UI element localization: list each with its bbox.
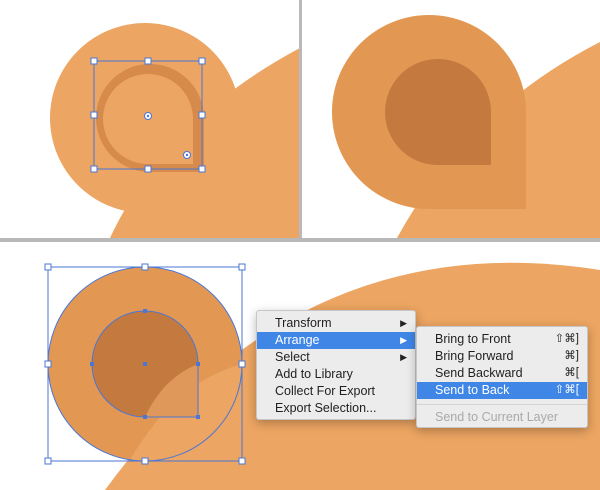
arrange-submenu: Bring to Front ⇧⌘] Bring Forward ⌘] Send…	[416, 326, 588, 428]
corner-widget-icon[interactable]	[183, 151, 191, 159]
canvas-panel-top-left	[0, 0, 299, 238]
menu-item-send-backward[interactable]: Send Backward ⌘[	[417, 365, 587, 382]
menu-item-add-to-library[interactable]: Add to Library	[257, 366, 415, 383]
artwork-top-left	[50, 23, 299, 238]
inner-teardrop-shape	[385, 59, 491, 165]
menu-item-label: Export Selection...	[275, 401, 377, 415]
right-triangle-icon: ▶	[400, 335, 407, 345]
menu-item-send-to-back[interactable]: Send to Back ⇧⌘[	[417, 382, 587, 399]
menu-item-send-to-current-layer[interactable]: Send to Current Layer	[417, 409, 587, 426]
shortcut-label: ⌘[	[564, 367, 579, 379]
menu-item-arrange[interactable]: Arrange ▶	[257, 332, 415, 349]
menu-item-label: Add to Library	[275, 367, 353, 381]
menu-separator	[417, 404, 587, 405]
menu-item-label: Send Backward	[435, 366, 523, 380]
right-triangle-icon: ▶	[400, 352, 407, 362]
menu-item-select[interactable]: Select ▶	[257, 349, 415, 366]
right-triangle-icon: ▶	[400, 318, 407, 328]
shortcut-label: ⇧⌘]	[554, 333, 579, 345]
menu-item-label: Select	[275, 350, 310, 364]
menu-item-label: Bring Forward	[435, 349, 514, 363]
menu-item-collect-for-export[interactable]: Collect For Export	[257, 383, 415, 400]
canvas-panel-top-right	[302, 0, 600, 238]
context-menu: Transform ▶ Arrange ▶ Select ▶ Add to Li…	[256, 310, 416, 420]
menu-item-label: Arrange	[275, 333, 320, 347]
center-point-icon	[144, 112, 152, 120]
shortcut-label: ⌘]	[564, 350, 579, 362]
menu-item-label: Transform	[275, 316, 332, 330]
menu-item-label: Collect For Export	[275, 384, 376, 398]
menu-item-export-selection[interactable]: Export Selection...	[257, 400, 415, 417]
artwork-top-right	[331, 14, 600, 238]
menu-item-transform[interactable]: Transform ▶	[257, 315, 415, 332]
shortcut-label: ⇧⌘[	[554, 384, 579, 396]
menu-item-bring-forward[interactable]: Bring Forward ⌘]	[417, 348, 587, 365]
menu-item-bring-to-front[interactable]: Bring to Front ⇧⌘]	[417, 331, 587, 348]
canvas-panel-bottom: Transform ▶ Arrange ▶ Select ▶ Add to Li…	[0, 242, 600, 490]
menu-item-label: Send to Current Layer	[435, 410, 558, 424]
menu-item-label: Send to Back	[435, 383, 510, 397]
menu-item-label: Bring to Front	[435, 332, 511, 346]
